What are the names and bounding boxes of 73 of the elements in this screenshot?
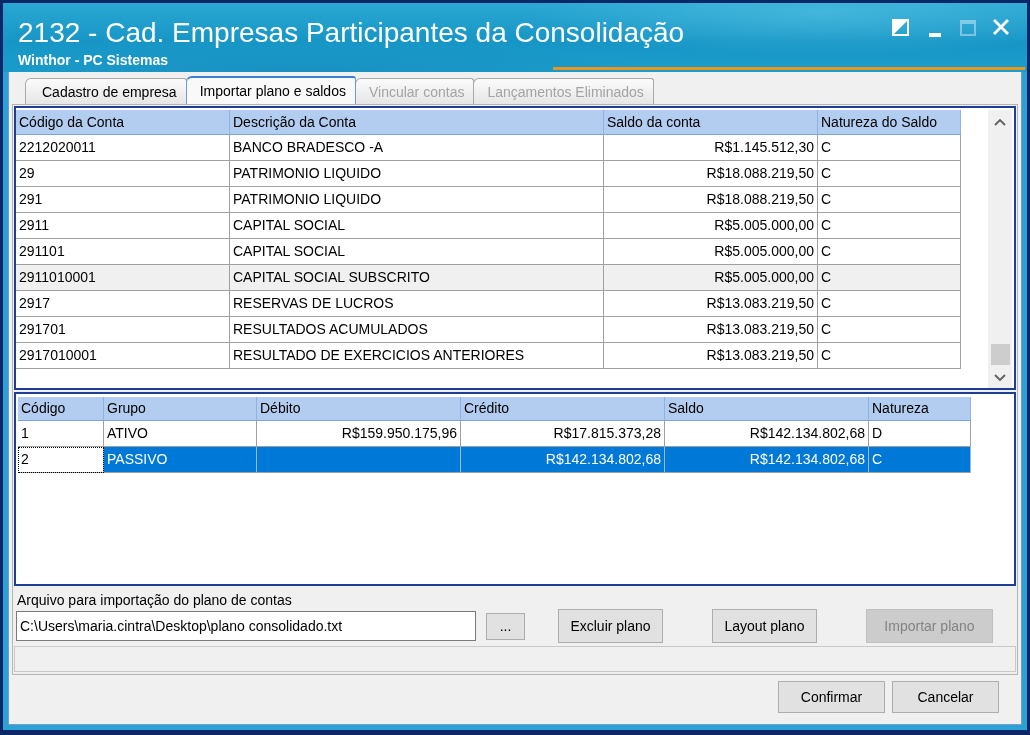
column-header: Natureza do Saldo bbox=[818, 110, 961, 135]
table-cell: 2911010001 bbox=[16, 265, 230, 291]
column-header: Grupo bbox=[104, 397, 257, 421]
column-header: Código da Conta bbox=[16, 110, 230, 135]
table-row[interactable]: 2 PASSIVO R$142.134.802,68 R$142.134.802,68 C bbox=[18, 447, 971, 473]
table-cell: 291701 bbox=[16, 317, 230, 343]
window-subtitle: Winthor - PC Sistemas bbox=[18, 52, 168, 68]
button[interactable]: Cancelar bbox=[892, 681, 999, 713]
table-cell: R$13.083.219,50 bbox=[604, 317, 818, 343]
table-cell: PATRIMONIO LIQUIDO bbox=[230, 161, 604, 187]
file-path-field[interactable]: C:\Users\maria.cintra\Desktop\plano consolidado.txt bbox=[16, 611, 476, 641]
table-cell: 29 bbox=[16, 161, 230, 187]
button[interactable]: Confirmar bbox=[778, 681, 885, 713]
table-row[interactable]: 2917010001 RESULTADO DE EXERCICIOS ANTERIORES R$13.083.219,50 C bbox=[16, 343, 961, 369]
table-cell: C bbox=[818, 161, 961, 187]
table-cell: C bbox=[818, 135, 961, 161]
table-cell: R$18.088.219,50 bbox=[604, 187, 818, 213]
column-header: Saldo bbox=[665, 397, 869, 421]
table-cell: CAPITAL SOCIAL bbox=[230, 213, 604, 239]
table-cell: R$18.088.219,50 bbox=[604, 161, 818, 187]
button[interactable]: Layout plano bbox=[712, 609, 817, 643]
table-cell: C bbox=[869, 447, 971, 473]
table-cell: 2911 bbox=[16, 213, 230, 239]
table-row[interactable]: 29 PATRIMONIO LIQUIDO R$18.088.219,50 C bbox=[16, 161, 961, 187]
scroll-down-icon[interactable] bbox=[994, 374, 1006, 382]
column-header: Saldo da conta bbox=[604, 110, 818, 135]
table-row[interactable]: 2911010001 CAPITAL SOCIAL SUBSCRITO R$5.005.000,00 C bbox=[16, 265, 961, 291]
button[interactable]: Excluir plano bbox=[558, 609, 663, 643]
table-cell: RESULTADOS ACUMULADOS bbox=[230, 317, 604, 343]
tab[interactable]: Cadastro de empresa bbox=[25, 78, 187, 104]
table-cell: 2917010001 bbox=[16, 343, 230, 369]
split-square-icon[interactable] bbox=[892, 19, 909, 36]
button[interactable]: ... bbox=[486, 612, 525, 640]
table-row[interactable]: 291 PATRIMONIO LIQUIDO R$18.088.219,50 C bbox=[16, 187, 961, 213]
table-row[interactable]: 2911 CAPITAL SOCIAL R$5.005.000,00 C bbox=[16, 213, 961, 239]
table-cell: 2917 bbox=[16, 291, 230, 317]
column-header: Descrição da Conta bbox=[230, 110, 604, 135]
table-cell: C bbox=[818, 343, 961, 369]
table-cell: R$13.083.219,50 bbox=[604, 343, 818, 369]
table-cell: R$1.145.512,30 bbox=[604, 135, 818, 161]
column-header: Crédito bbox=[461, 397, 665, 421]
table-cell: R$5.005.000,00 bbox=[604, 265, 818, 291]
table-cell: PATRIMONIO LIQUIDO bbox=[230, 187, 604, 213]
table-cell: C bbox=[818, 265, 961, 291]
table-cell: CAPITAL SOCIAL SUBSCRITO bbox=[230, 265, 604, 291]
table-cell: R$13.083.219,50 bbox=[604, 291, 818, 317]
table-cell: RESERVAS DE LUCROS bbox=[230, 291, 604, 317]
table-cell: C bbox=[818, 187, 961, 213]
table-cell: BANCO BRADESCO -A bbox=[230, 135, 604, 161]
table-cell: C bbox=[818, 213, 961, 239]
table-cell: 291 bbox=[16, 187, 230, 213]
table-cell: 2 bbox=[18, 447, 104, 473]
table-cell: R$142.134.802,68 bbox=[665, 447, 869, 473]
tab[interactable]: Importar plano e saldos bbox=[185, 76, 356, 104]
table-cell: R$5.005.000,00 bbox=[604, 213, 818, 239]
scroll-up-icon[interactable] bbox=[994, 118, 1006, 126]
close-icon[interactable] bbox=[993, 19, 1009, 35]
scrollbar-thumb[interactable] bbox=[990, 344, 1010, 365]
table-cell: 2212020011 bbox=[16, 135, 230, 161]
table-cell: R$142.134.802,68 bbox=[461, 447, 665, 473]
table-cell: C bbox=[818, 291, 961, 317]
window-title: 2132 - Cad. Empresas Participantes da Consolidação bbox=[18, 17, 685, 49]
field-label: Arquivo para importação do plano de contas bbox=[16, 592, 292, 608]
scrollbar[interactable] bbox=[988, 110, 1012, 388]
table-cell: PASSIVO bbox=[104, 447, 257, 473]
table-row[interactable]: 2212020011 BANCO BRADESCO -A R$1.145.512,30 C bbox=[16, 135, 961, 161]
column-header: Débito bbox=[257, 397, 461, 421]
table-cell: C bbox=[818, 317, 961, 343]
column-header: Natureza bbox=[869, 397, 971, 421]
table-row[interactable]: 2917 RESERVAS DE LUCROS R$13.083.219,50 C bbox=[16, 291, 961, 317]
table-row[interactable]: 291701 RESULTADOS ACUMULADOS R$13.083.219,50 C bbox=[16, 317, 961, 343]
column-header: Código bbox=[18, 397, 104, 421]
table-cell: RESULTADO DE EXERCICIOS ANTERIORES bbox=[230, 343, 604, 369]
